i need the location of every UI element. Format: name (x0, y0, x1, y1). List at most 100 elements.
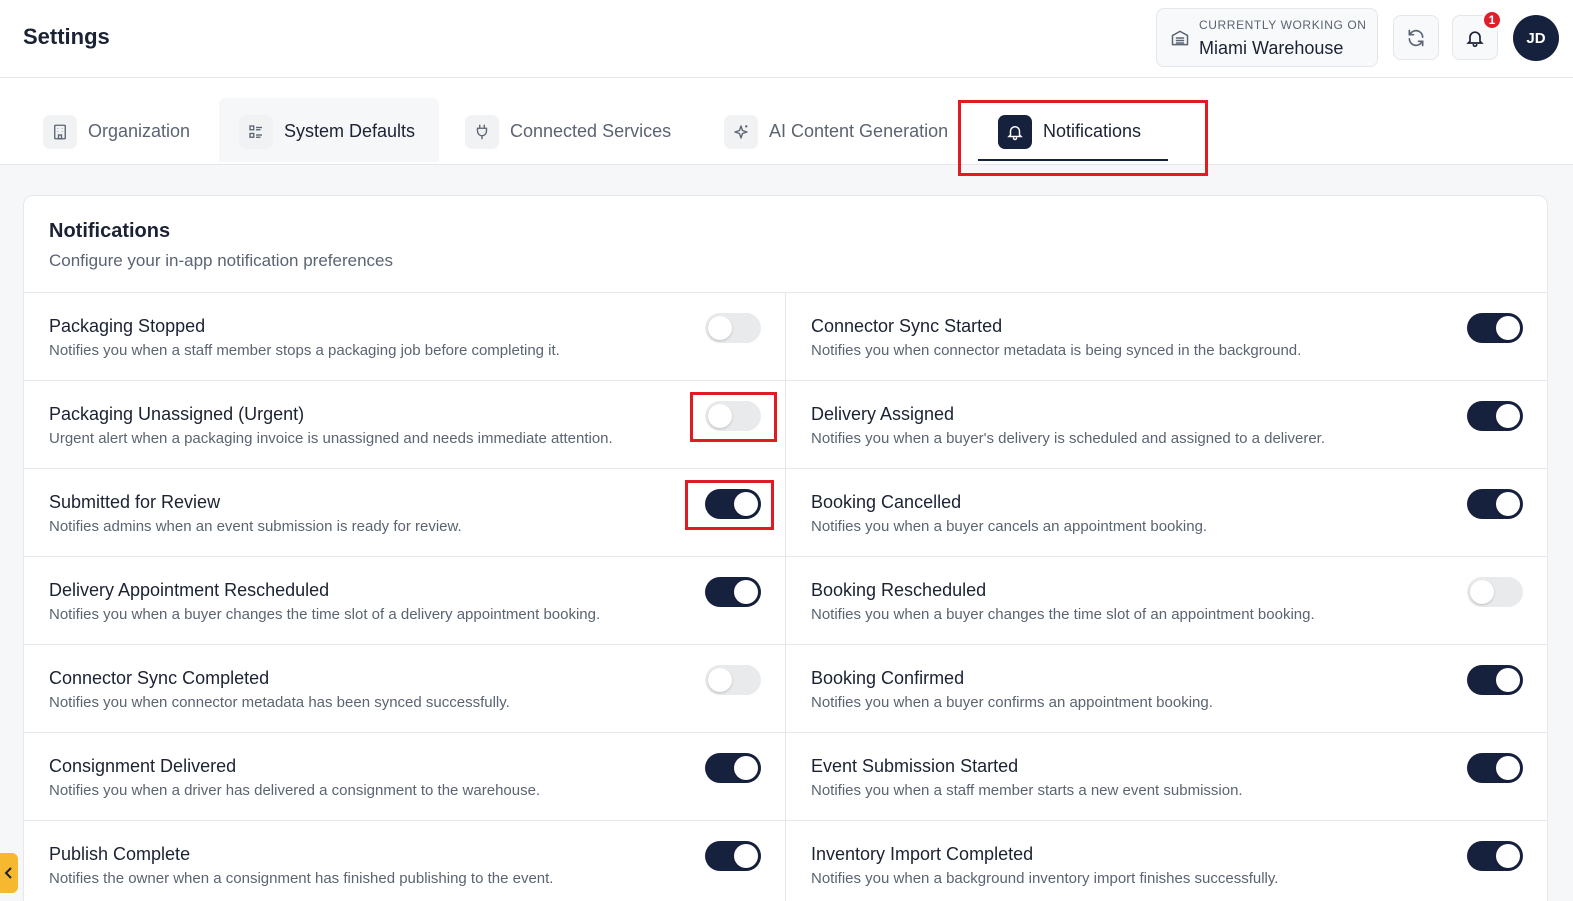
tab-label: Connected Services (510, 121, 672, 141)
toggle-knob (708, 316, 732, 340)
top-bar: Settings CURRENTLY WORKING ON Miami Ware… (0, 0, 1573, 78)
notification-title: Booking Rescheduled (811, 580, 987, 600)
card-header: Notifications Configure your in-app noti… (24, 196, 1547, 293)
tab-label: Notifications (1043, 121, 1142, 141)
notification-title: Connector Sync Completed (49, 668, 270, 688)
tab-label: AI Content Generation (769, 121, 949, 141)
notification-toggle[interactable] (705, 401, 761, 431)
toggle-knob (1470, 580, 1494, 604)
notification-description: Notifies you when a buyer changes the ti… (811, 606, 1315, 623)
bell-icon (998, 115, 1032, 149)
notification-title: Booking Cancelled (811, 492, 962, 512)
notification-toggle[interactable] (1467, 577, 1523, 607)
notification-title: Publish Complete (49, 844, 191, 864)
notification-description: Notifies you when connector metadata has… (49, 694, 510, 711)
notification-description: Notifies you when a driver has delivered… (49, 782, 541, 799)
notification-setting-row: Booking Confirmed Notifies you when a buy… (786, 645, 1547, 733)
notification-description: Notifies you when a staff member stops a… (49, 342, 560, 359)
notification-title: Consignment Delivered (49, 756, 237, 776)
toggle-knob (708, 404, 732, 428)
toggle-knob (1496, 316, 1520, 340)
notification-setting-row: Publish Complete Notifies the owner when … (24, 821, 786, 901)
notification-toggle[interactable] (705, 665, 761, 695)
notification-setting-row: Delivery Appointment Rescheduled Notifies… (24, 557, 786, 645)
notification-title: Packaging Stopped (49, 316, 206, 336)
toggle-knob (734, 844, 758, 868)
notification-setting-row: Connector Sync Started Notifies you when … (786, 293, 1547, 381)
workspace-value: Miami Warehouse (1199, 38, 1344, 58)
notification-description: Notifies you when a buyer's delivery is … (811, 430, 1325, 447)
notification-description: Notifies you when a buyer confirms an ap… (811, 694, 1213, 711)
notification-setting-row: Packaging Unassigned (Urgent) Urgent aler… (24, 381, 786, 469)
warehouse-icon (1171, 30, 1189, 46)
notification-count-badge: 1 (1482, 10, 1502, 30)
toggle-knob (1496, 492, 1520, 516)
notification-toggle[interactable] (1467, 753, 1523, 783)
toggle-knob (1496, 668, 1520, 692)
toggle-knob (734, 756, 758, 780)
settings-tabs: Organization System Defaults Connected S… (0, 78, 1573, 165)
notification-toggle[interactable] (1467, 313, 1523, 343)
tab-notifications[interactable]: Notifications (978, 98, 1168, 162)
toggle-knob (1496, 844, 1520, 868)
card-subtitle: Configure your in-app notification prefe… (49, 251, 393, 270)
toggle-knob (734, 492, 758, 516)
tab-ai-content-generation[interactable]: AI Content Generation (724, 98, 959, 162)
notification-toggle[interactable] (705, 313, 761, 343)
notification-setting-row: Submitted for Review Notifies admins when… (24, 469, 786, 557)
notification-toggle[interactable] (705, 489, 761, 519)
refresh-icon (1408, 29, 1424, 46)
tab-label: System Defaults (284, 121, 416, 141)
notification-description: Notifies you when a buyer changes the ti… (49, 606, 601, 623)
building-icon (43, 115, 77, 149)
bell-icon (1466, 30, 1484, 47)
workspace-selector[interactable]: CURRENTLY WORKING ON Miami Warehouse (1156, 8, 1378, 67)
notification-title: Delivery Assigned (811, 404, 955, 424)
notification-title: Event Submission Started (811, 756, 1019, 776)
notification-title: Inventory Import Completed (811, 844, 1034, 864)
tab-label: Organization (88, 121, 191, 141)
notification-toggle[interactable] (705, 753, 761, 783)
workspace-label: CURRENTLY WORKING ON (1199, 18, 1367, 32)
active-tab-indicator (978, 159, 1168, 161)
notification-description: Notifies admins when an event submission… (49, 518, 462, 535)
notification-title: Submitted for Review (49, 492, 221, 512)
notification-toggle[interactable] (1467, 401, 1523, 431)
page-title: Settings (23, 24, 110, 49)
notification-title: Connector Sync Started (811, 316, 1003, 336)
tab-system-defaults[interactable]: System Defaults (219, 98, 439, 162)
notification-description: Urgent alert when a packaging invoice is… (49, 430, 613, 447)
toggle-knob (708, 668, 732, 692)
notification-setting-row: Booking Rescheduled Notifies you when a b… (786, 557, 1547, 645)
notifications-card: Notifications Configure your in-app noti… (23, 195, 1548, 901)
notification-toggle[interactable] (1467, 489, 1523, 519)
card-title: Notifications (49, 220, 171, 242)
toggle-knob (1496, 404, 1520, 428)
notification-title: Delivery Appointment Rescheduled (49, 580, 330, 600)
notification-setting-row: Consignment Delivered Notifies you when a… (24, 733, 786, 821)
notification-setting-row: Booking Cancelled Notifies you when a buy… (786, 469, 1547, 557)
notification-toggle[interactable] (705, 841, 761, 871)
notification-setting-row: Packaging Stopped Notifies you when a sta… (24, 293, 786, 381)
collapse-sidebar-handle[interactable] (0, 853, 18, 893)
notification-description: Notifies you when a buyer cancels an app… (811, 518, 1208, 535)
notification-toggle[interactable] (1467, 665, 1523, 695)
list-settings-icon (239, 115, 273, 149)
notification-toggle[interactable] (1467, 841, 1523, 871)
notification-description: Notifies you when connector metadata is … (811, 342, 1302, 359)
notification-setting-row: Delivery Assigned Notifies you when a buy… (786, 381, 1547, 469)
tab-organization[interactable]: Organization (43, 98, 203, 162)
sparkles-icon (724, 115, 758, 149)
notification-setting-row: Connector Sync Completed Notifies you whe… (24, 645, 786, 733)
tab-connected-services[interactable]: Connected Services (465, 98, 695, 162)
notification-title: Booking Confirmed (811, 668, 965, 688)
user-avatar[interactable]: JD (1513, 15, 1559, 61)
notification-title: Packaging Unassigned (Urgent) (49, 404, 305, 424)
notification-description: Notifies you when a staff member starts … (811, 782, 1243, 799)
toggle-knob (1496, 756, 1520, 780)
notification-toggle[interactable] (705, 577, 761, 607)
toggle-knob (734, 580, 758, 604)
notification-setting-row: Inventory Import Completed Notifies you w… (786, 821, 1547, 901)
notification-description: Notifies the owner when a consignment ha… (49, 870, 554, 887)
refresh-button[interactable] (1393, 15, 1439, 60)
